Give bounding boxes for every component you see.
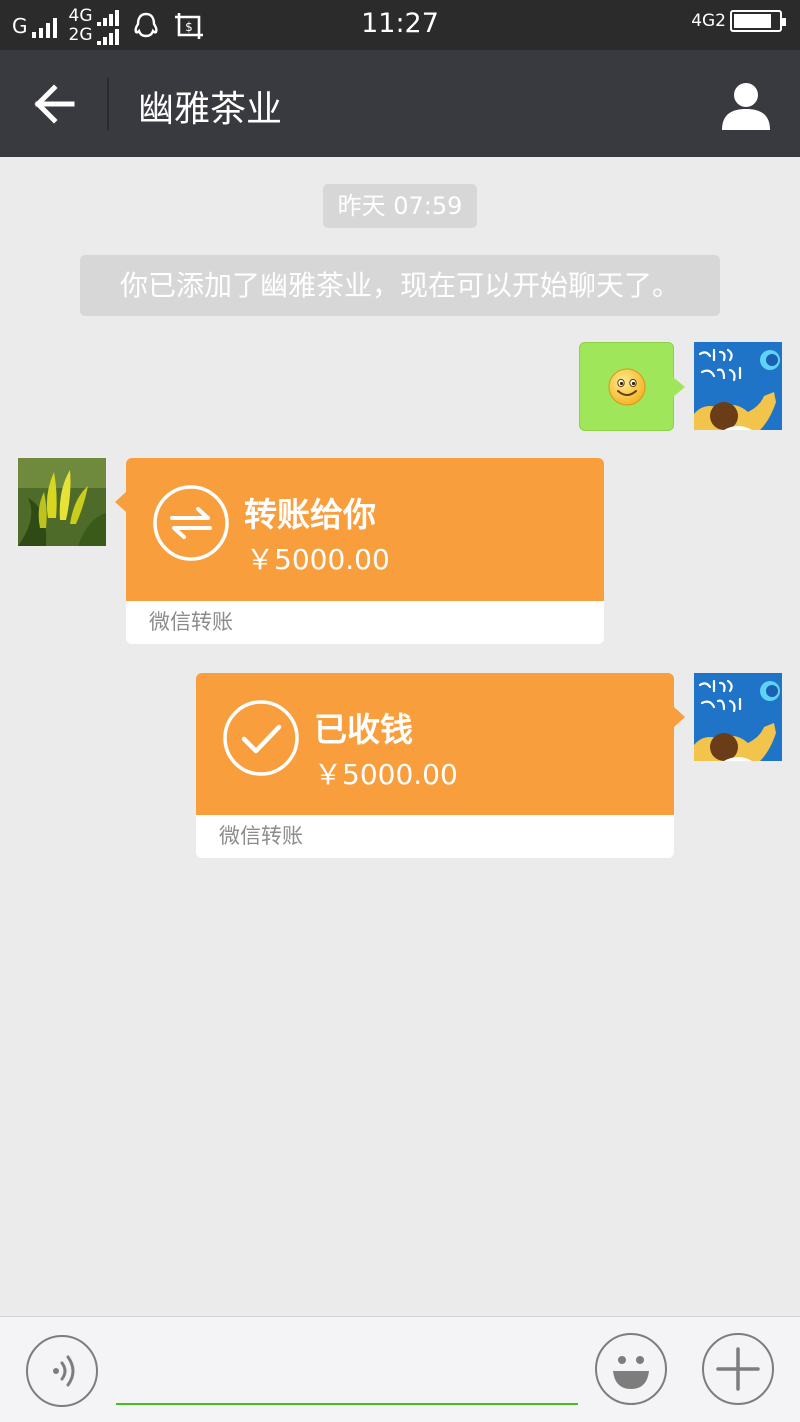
battery-level [734, 14, 772, 28]
transfer-amount: ￥5000.00 [314, 758, 458, 791]
chat-input-bar [0, 1316, 800, 1422]
transfer-footer: 微信转账 [196, 815, 674, 858]
message-input[interactable] [116, 1347, 578, 1401]
my-avatar[interactable] [694, 342, 782, 430]
person-icon[interactable] [718, 78, 774, 134]
network-right-label: 4G2 [691, 11, 726, 31]
avatar-image [694, 673, 782, 761]
transfer-card-top: 已收钱 ￥5000.00 [196, 673, 674, 815]
arrow-left-icon[interactable] [30, 80, 80, 128]
header-divider [107, 78, 109, 130]
transfer-title: 已收钱 [314, 710, 413, 749]
transfer-card-accepted[interactable]: 已收钱 ￥5000.00 微信转账 [196, 673, 674, 858]
transfer-title: 转账给你 [244, 495, 376, 534]
bubble-tail [674, 707, 685, 727]
bubble-tail [115, 492, 126, 512]
battery-icon [730, 10, 786, 32]
transfer-arrows-icon [153, 485, 229, 561]
plus-icon [716, 1347, 760, 1391]
smiley-emoji-icon [608, 368, 645, 405]
status-time: 11:27 [361, 8, 439, 39]
message-input-underline [116, 1403, 578, 1405]
voice-button[interactable] [26, 1335, 98, 1407]
avatar-image [694, 342, 782, 430]
check-icon [223, 700, 299, 776]
emoji-message-bubble[interactable] [579, 342, 685, 431]
emoji-button[interactable] [595, 1333, 667, 1405]
plus-button[interactable] [702, 1333, 774, 1405]
chat-header: 幽雅茶业 [0, 50, 800, 157]
avatar-image [18, 458, 106, 546]
transfer-footer: 微信转账 [126, 601, 604, 644]
status-bar: G 4G 2G $ 11:27 4G2 [0, 0, 800, 50]
chat-title: 幽雅茶业 [138, 89, 283, 130]
voice-icon [53, 1355, 75, 1387]
timestamp-pill: 昨天 07:59 [323, 184, 477, 228]
contact-avatar[interactable] [18, 458, 106, 546]
transfer-card-top: 转账给你 ￥5000.00 [126, 458, 604, 601]
my-avatar[interactable] [694, 673, 782, 761]
emoji-face-icon [613, 1356, 649, 1389]
transfer-amount: ￥5000.00 [246, 543, 390, 576]
status-right: 4G2 [691, 10, 786, 32]
transfer-card-received[interactable]: 转账给你 ￥5000.00 微信转账 [126, 458, 604, 644]
system-message: 你已添加了幽雅茶业，现在可以开始聊天了。 [80, 255, 720, 316]
